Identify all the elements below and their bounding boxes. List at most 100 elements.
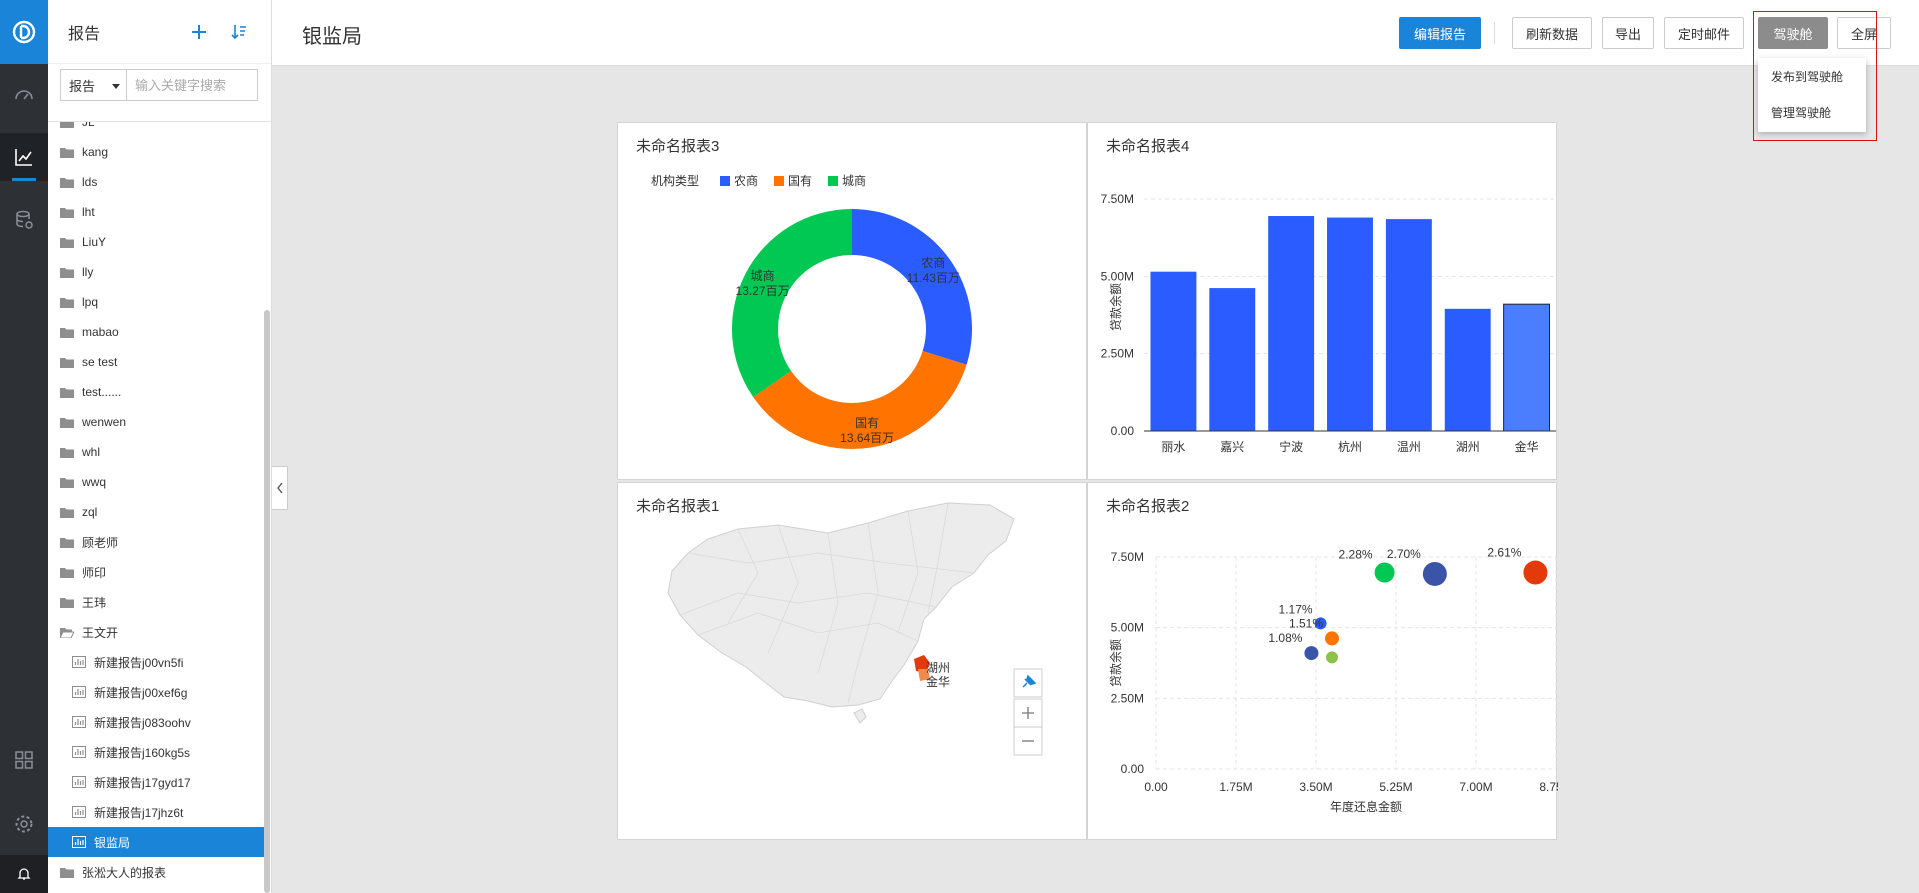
scatter-point: [1523, 560, 1548, 585]
tree-item-label: 王文开: [82, 625, 119, 640]
edit-report-button[interactable]: 编辑报告: [1399, 17, 1481, 49]
point-label: 1.17%: [1279, 602, 1313, 616]
scatter-point: [1374, 562, 1395, 583]
y-axis-label: 贷款余额: [1108, 283, 1123, 331]
tree-folder-item[interactable]: test......: [48, 377, 264, 407]
sort-button[interactable]: [227, 20, 251, 44]
tree-report-item[interactable]: 新建报告j160kg5s: [48, 737, 264, 767]
point-label: 2.61%: [1487, 546, 1521, 560]
tree-item-icon: [72, 776, 88, 788]
dashboard-nav[interactable]: [0, 70, 48, 118]
tree-folder-item[interactable]: wwq: [48, 467, 264, 497]
tree-item-label: lds: [82, 175, 98, 189]
tree-folder-item[interactable]: kang: [48, 137, 264, 167]
sidebar-scrollbar[interactable]: [264, 310, 270, 893]
tree-folder-item[interactable]: lht: [48, 197, 264, 227]
schedule-mail-button[interactable]: 定时邮件: [1664, 17, 1744, 49]
tree-folder-item[interactable]: LiuY: [48, 227, 264, 257]
report-icon: [72, 716, 86, 728]
tree-folder-item[interactable]: lly: [48, 257, 264, 287]
map-label-jinhua: 金华: [926, 674, 950, 689]
slice-value-label: 11.43百万: [907, 271, 960, 285]
notifications-button[interactable]: [0, 855, 48, 893]
panel-donut[interactable]: 未命名报表3 机构类型 农商 国有 城商 农商 11.43百万 国有 13.64百万 城商 13.…: [617, 122, 1087, 480]
china-map: 湖州 金华: [667, 502, 1043, 756]
tree-folder-item[interactable]: se test: [48, 347, 264, 377]
tree-item-icon: [60, 536, 76, 548]
app-logo[interactable]: [0, 0, 48, 64]
point-label: 1.51%: [1289, 616, 1323, 630]
tree-item-label: 张淞大人的报表: [82, 865, 167, 880]
tree-report-item[interactable]: 新建报告j083oohv: [48, 707, 264, 737]
refresh-data-button[interactable]: 刷新数据: [1512, 17, 1592, 49]
tree-report-item[interactable]: 新建报告j17jhz6t: [48, 797, 264, 827]
map-island: [853, 708, 867, 724]
settings-nav[interactable]: [0, 800, 48, 848]
folder-icon: [60, 267, 74, 278]
tree-item-icon: [72, 716, 88, 728]
folder-icon: [60, 507, 74, 518]
y-tick-label: 5.00M: [1111, 621, 1144, 635]
export-button[interactable]: 导出: [1602, 17, 1654, 49]
donut-slice: [732, 209, 852, 398]
tree-folder-item[interactable]: whl: [48, 437, 264, 467]
y-tick-label: 2.50M: [1101, 347, 1134, 361]
map-region: [667, 502, 1015, 708]
tree-item-icon: [60, 596, 76, 608]
tree-folder-item[interactable]: 王玮: [48, 587, 264, 617]
tree-folder-item[interactable]: lds: [48, 167, 264, 197]
folder-icon: [60, 477, 74, 488]
tree-folder-item[interactable]: mabao: [48, 317, 264, 347]
tree-item-icon: [72, 686, 88, 698]
tree-item-label: se test: [82, 355, 118, 369]
panel-bar[interactable]: 未命名报表4 0.00 2.50M 5.00M 7.50M 贷款余额 丽水 嘉兴 宁波 杭州 温州…: [1087, 122, 1557, 480]
tree-folder-item[interactable]: JL: [48, 122, 264, 137]
collapse-sidebar-button[interactable]: [272, 466, 288, 510]
tree-folder-item[interactable]: 师印: [48, 557, 264, 587]
folder-open-icon: [60, 627, 74, 638]
folder-icon: [60, 207, 74, 218]
legend-swatch: [774, 176, 784, 186]
x-tick-label: 金华: [1515, 439, 1539, 454]
tree-item-icon: [60, 326, 76, 338]
tree-folder-item[interactable]: zql: [48, 497, 264, 527]
tree-report-item[interactable]: 新建报告j17gyd17: [48, 767, 264, 797]
tree-folder-item[interactable]: 张淞大人的报表: [48, 857, 264, 887]
gauge-icon: [15, 90, 33, 100]
y-tick-label: 0.00: [1121, 762, 1145, 776]
y-tick-label: 0.00: [1111, 424, 1135, 438]
y-tick-label: 5.00M: [1101, 269, 1134, 283]
tree-item-label: 新建报告j00vn5fi: [94, 655, 184, 670]
folder-icon: [60, 297, 74, 308]
folder-icon: [60, 387, 74, 398]
apps-nav[interactable]: [0, 736, 48, 784]
tree-folder-item[interactable]: 王文开: [48, 617, 264, 647]
datasource-nav[interactable]: [0, 196, 48, 244]
tree-item-icon: [60, 476, 76, 488]
tree-report-item[interactable]: 新建报告j00vn5fi: [48, 647, 264, 677]
search-input[interactable]: [126, 69, 258, 101]
logo-icon: [12, 20, 36, 44]
reports-nav[interactable]: [0, 133, 48, 181]
tree-item-label: 顾老师: [82, 535, 119, 550]
report-icon: [72, 776, 86, 788]
tree-folder-item[interactable]: lpq: [48, 287, 264, 317]
tree-item-label: 新建报告j00xef6g: [94, 685, 188, 700]
tree-folder-item[interactable]: wenwen: [48, 407, 264, 437]
panel-scatter[interactable]: 未命名报表2 0.00 2.50M 5.00M 7.50M 0.00 1.75M 3.50M…: [1087, 482, 1558, 840]
add-report-button[interactable]: [187, 20, 211, 44]
tree-item-label: whl: [82, 445, 101, 459]
tree-report-item[interactable]: 新建报告j00xef6g: [48, 677, 264, 707]
panel-map[interactable]: 未命名报表1 湖州 金华: [617, 482, 1087, 840]
tree-item-icon: [60, 146, 76, 158]
sidebar-title: 报告: [68, 25, 101, 43]
tree-item-label: 新建报告j17gyd17: [94, 775, 191, 790]
folder-icon: [60, 567, 74, 578]
tree-report-item[interactable]: 银监局: [48, 827, 264, 857]
tree-item-label: zql: [82, 505, 98, 519]
tree-folder-item[interactable]: 顾老师: [48, 527, 264, 557]
report-tree: JL kang lds lht LiuY lly lpq mabao se test test..…: [48, 122, 264, 893]
x-axis-label: 年度还息金额: [1330, 799, 1402, 814]
search-type-select[interactable]: 报告: [60, 69, 126, 101]
tree-item-label: wenwen: [82, 415, 127, 429]
